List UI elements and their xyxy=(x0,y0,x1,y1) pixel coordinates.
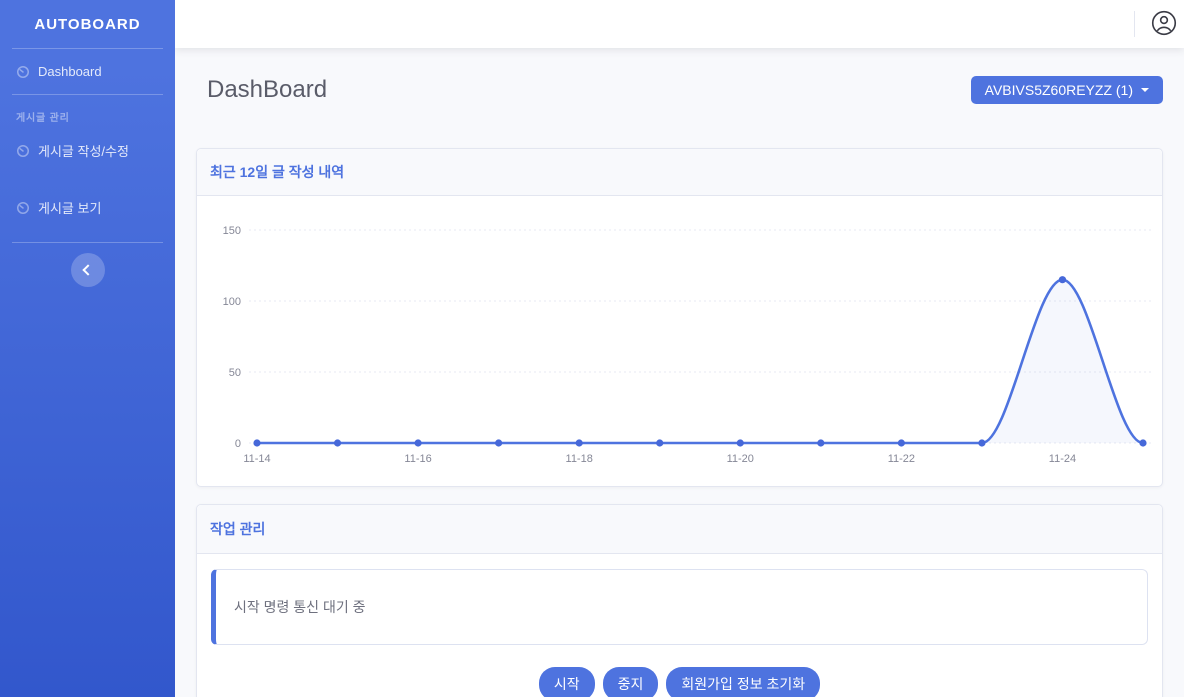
sidebar-divider xyxy=(12,94,163,95)
brand-logo[interactable]: AUTOBOARD xyxy=(0,0,175,48)
sidebar-item-label: 게시글 작성/수정 xyxy=(38,141,129,160)
gauge-icon xyxy=(16,144,30,158)
sidebar-item-post-view[interactable]: 게시글 보기 xyxy=(0,183,175,232)
main-content: DashBoard AVBIVS5Z60REYZZ (1) 최근 12일 글 작… xyxy=(175,0,1184,697)
y-tick-label: 0 xyxy=(235,438,241,450)
topbar xyxy=(175,0,1184,48)
data-point xyxy=(334,439,341,446)
sidebar-item-post-edit[interactable]: 게시글 작성/수정 xyxy=(0,126,175,175)
sidebar-collapse-button[interactable] xyxy=(71,253,105,287)
gauge-icon xyxy=(16,65,30,79)
brand-text: AUTOBOARD xyxy=(34,16,140,33)
stop-button[interactable]: 중지 xyxy=(603,667,659,697)
user-circle-icon xyxy=(1151,10,1177,39)
sidebar-divider xyxy=(12,242,163,243)
topbar-divider xyxy=(1134,11,1135,37)
x-tick-label: 11-18 xyxy=(566,453,593,465)
data-point xyxy=(1059,276,1066,283)
start-button[interactable]: 시작 xyxy=(539,667,595,697)
task-button-row: 시작 중지 회원가입 정보 초기화 xyxy=(211,667,1148,697)
x-tick-label: 11-24 xyxy=(1049,453,1076,465)
sidebar-section-heading: 게시글 관리 xyxy=(16,109,159,124)
chart-card-body: 0 50 100 150 11-14 11-16 11-18 11-20 11-22 11-24 xyxy=(197,196,1162,486)
data-point xyxy=(978,439,985,446)
data-point xyxy=(576,439,583,446)
data-point xyxy=(898,439,905,446)
y-tick-label: 100 xyxy=(223,296,241,308)
account-dropdown-button[interactable]: AVBIVS5Z60REYZZ (1) xyxy=(971,76,1163,104)
chevron-left-icon xyxy=(82,264,93,275)
x-tick-label: 11-20 xyxy=(727,453,754,465)
recent-posts-chart-card: 최근 12일 글 작성 내역 0 50 100 150 11-14 11-16 11-18 1… xyxy=(196,148,1163,487)
task-card-title: 작업 관리 xyxy=(197,505,1162,554)
chart-svg: 0 50 100 150 11-14 11-16 11-18 11-20 11-22 11-24 xyxy=(197,196,1178,486)
data-point xyxy=(253,439,260,446)
data-point xyxy=(737,439,744,446)
y-tick-label: 150 xyxy=(223,225,241,237)
x-tick-label: 11-16 xyxy=(404,453,431,465)
data-point xyxy=(414,439,421,446)
sidebar-item-label: Dashboard xyxy=(38,64,102,79)
data-point xyxy=(495,439,502,446)
user-menu-button[interactable] xyxy=(1151,10,1177,39)
gauge-icon xyxy=(16,201,30,215)
x-tick-label: 11-14 xyxy=(243,453,270,465)
page-title: DashBoard xyxy=(207,76,327,104)
task-card-body: 시작 명령 통신 대기 중 시작 중지 회원가입 정보 초기화 xyxy=(197,554,1162,697)
sidebar-item-label: 게시글 보기 xyxy=(38,198,101,217)
sidebar-item-dashboard[interactable]: Dashboard xyxy=(0,49,175,94)
data-point xyxy=(656,439,663,446)
account-dropdown-label: AVBIVS5Z60REYZZ (1) xyxy=(985,82,1133,98)
sidebar: AUTOBOARD Dashboard 게시글 관리 게시글 작성/수정 게시글… xyxy=(0,0,175,697)
y-tick-label: 50 xyxy=(229,367,241,379)
task-management-card: 작업 관리 시작 명령 통신 대기 중 시작 중지 회원가입 정보 초기화 xyxy=(196,504,1163,697)
page-header: DashBoard AVBIVS5Z60REYZZ (1) xyxy=(196,76,1163,104)
status-message-box: 시작 명령 통신 대기 중 xyxy=(211,569,1148,645)
data-point xyxy=(817,439,824,446)
x-tick-label: 11-22 xyxy=(888,453,915,465)
status-message-text: 시작 명령 통신 대기 중 xyxy=(234,597,365,617)
area-fill xyxy=(257,280,1143,443)
reset-signup-info-button[interactable]: 회원가입 정보 초기화 xyxy=(666,667,820,697)
chart-card-title: 최근 12일 글 작성 내역 xyxy=(197,149,1162,196)
caret-down-icon xyxy=(1141,88,1149,92)
data-point xyxy=(1139,439,1146,446)
